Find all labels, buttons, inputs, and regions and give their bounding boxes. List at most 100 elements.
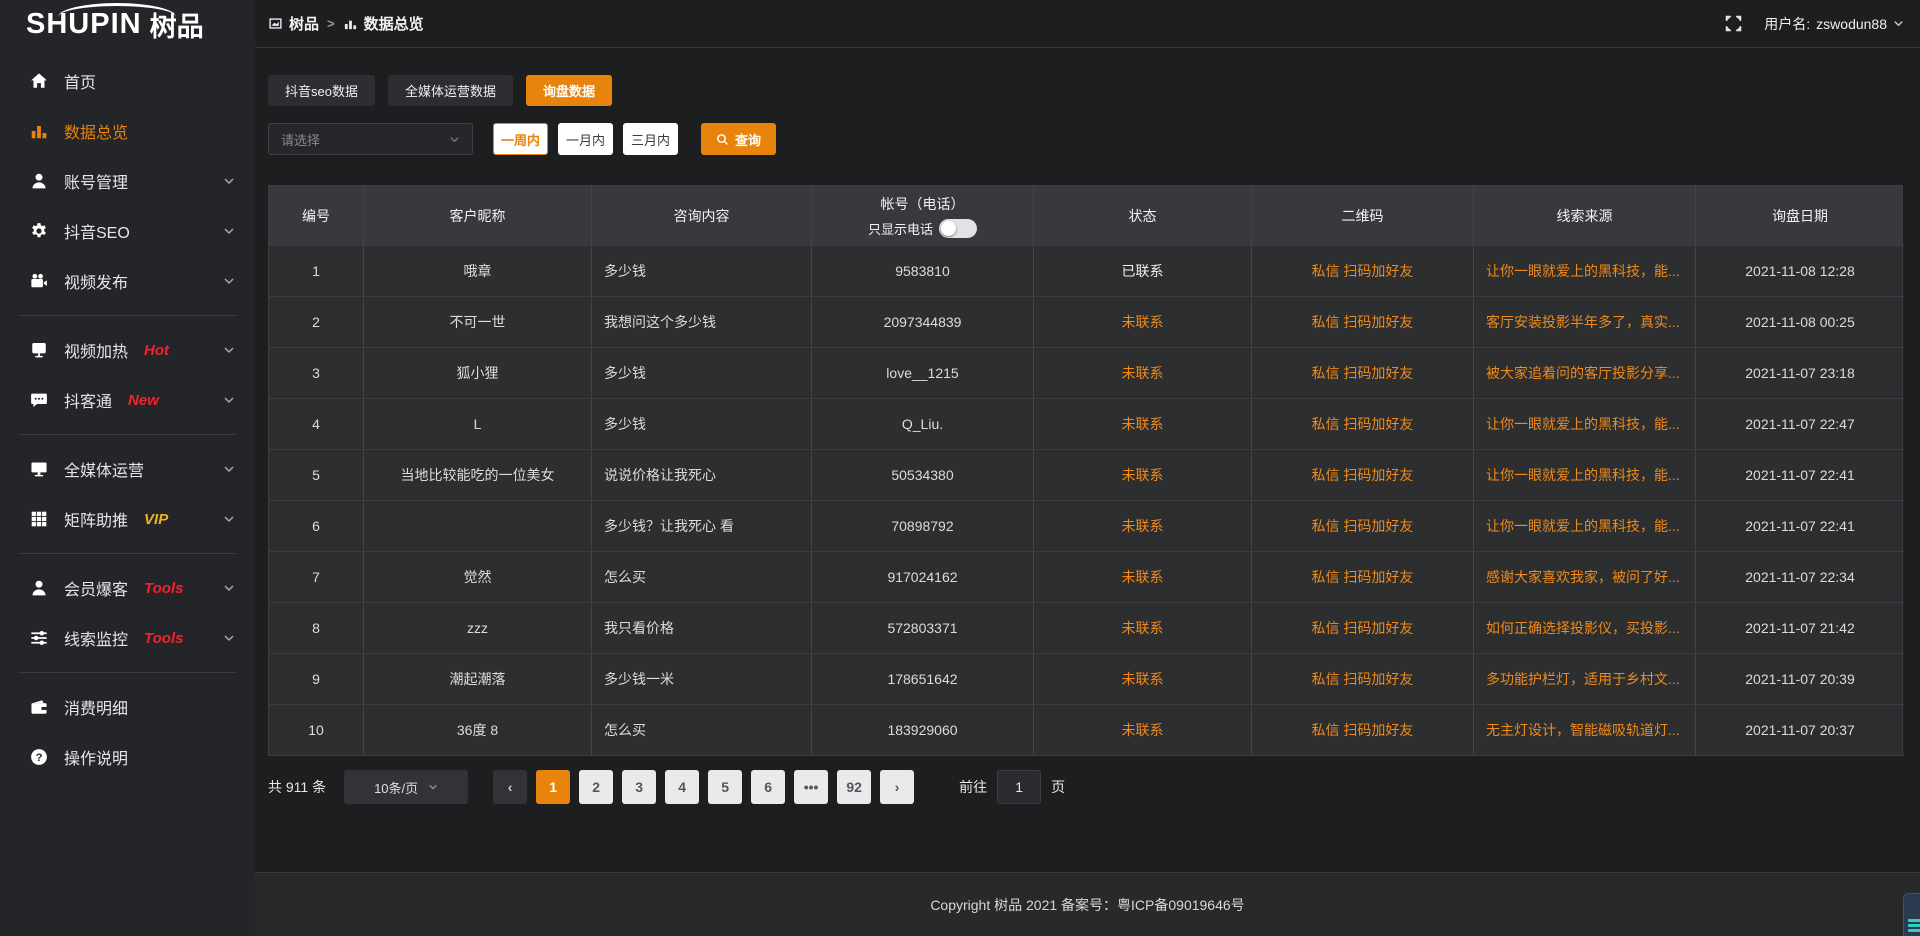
tab-inquiry-data[interactable]: 询盘数据 [526, 75, 612, 106]
sidebar-item-member-baoke[interactable]: 会员爆客Tools [0, 563, 255, 613]
sidebar-item-omni-media[interactable]: 全媒体运营 [0, 444, 255, 494]
breadcrumb-item-home[interactable]: 树品 [268, 13, 319, 34]
column-header: 二维码 [1252, 186, 1474, 246]
page-button-1[interactable]: 1 [536, 770, 570, 804]
cell-status: 未联系 [1034, 399, 1252, 450]
cell-source-link[interactable]: 如何正确选择投影仪，买投影... [1474, 603, 1696, 654]
cell-source-link[interactable]: 让你一眼就爱上的黑科技，能... [1474, 450, 1696, 501]
cell-source-link[interactable]: 让你一眼就爱上的黑科技，能... [1474, 246, 1696, 297]
sidebar-item-data-overview[interactable]: 数据总览 [0, 106, 255, 156]
tab-douyin-seo-data[interactable]: 抖音seo数据 [268, 75, 375, 106]
sidebar-item-account-management[interactable]: 账号管理 [0, 156, 255, 206]
range-button-three-month[interactable]: 三月内 [623, 123, 678, 155]
cell-content: 多少钱 [592, 246, 812, 297]
cell-qr-link[interactable]: 私信 扫码加好友 [1252, 246, 1474, 297]
cell-qr-link[interactable]: 私信 扫码加好友 [1252, 399, 1474, 450]
cell-date: 2021-11-08 00:25 [1696, 297, 1904, 348]
breadcrumb-item-current[interactable]: 数据总览 [343, 13, 424, 34]
filter-select[interactable]: 请选择 [268, 123, 473, 155]
tab-omni-media-data[interactable]: 全媒体运营数据 [388, 75, 513, 106]
main-area: 抖音seo数据全媒体运营数据询盘数据 请选择 一周内一月内三月内 查询 编号客户… [255, 48, 1920, 936]
page-button-5[interactable]: 5 [708, 770, 742, 804]
cell-source-link[interactable]: 让你一眼就爱上的黑科技，能... [1474, 501, 1696, 552]
page-ellipsis-button[interactable]: ••• [794, 770, 828, 804]
chevron-down-icon [1893, 18, 1904, 29]
cell-source-link[interactable]: 客厅安装投影半年多了，真实... [1474, 297, 1696, 348]
cell-account: 917024162 [812, 552, 1034, 603]
cell-qr-link[interactable]: 私信 扫码加好友 [1252, 501, 1474, 552]
range-button-one-week[interactable]: 一周内 [493, 123, 548, 155]
search-button[interactable]: 查询 [701, 123, 776, 155]
cell-source-link[interactable]: 让你一眼就爱上的黑科技，能... [1474, 399, 1696, 450]
page-button-92[interactable]: 92 [837, 770, 871, 804]
cell-account: 572803371 [812, 603, 1034, 654]
floating-widget[interactable] [1903, 893, 1920, 936]
sidebar-item-video-heating[interactable]: 视频加热Hot [0, 325, 255, 375]
chevron-down-icon [223, 344, 235, 356]
sidebar-item-home[interactable]: 首页 [0, 56, 255, 106]
bar-chart-icon [343, 16, 358, 31]
sidebar-menu: 首页数据总览账号管理抖音SEO 视频发布视频加热Hot抖客通New 全媒体运营矩阵助… [0, 48, 255, 782]
next-page-button[interactable]: › [880, 770, 914, 804]
cell-status: 已联系 [1034, 246, 1252, 297]
table-row: 1036度 8怎么买183929060未联系私信 扫码加好友无主灯设计，智能磁吸… [269, 705, 1902, 756]
page-button-6[interactable]: 6 [751, 770, 785, 804]
table-row: 4L多少钱Q_Liu.未联系私信 扫码加好友让你一眼就爱上的黑科技，能...20… [269, 399, 1902, 450]
cell-qr-link[interactable]: 私信 扫码加好友 [1252, 297, 1474, 348]
footer: Copyright 树品 2021 备案号：粤ICP备09019646号 [255, 872, 1920, 936]
sidebar-badge: Tools [144, 630, 183, 647]
cell-nickname [364, 501, 592, 552]
sidebar-item-video-publish[interactable]: 视频发布 [0, 256, 255, 306]
page-button-2[interactable]: 2 [579, 770, 613, 804]
cell-qr-link[interactable]: 私信 扫码加好友 [1252, 450, 1474, 501]
fullscreen-icon[interactable] [1725, 15, 1742, 32]
chevron-down-icon [223, 582, 235, 594]
phone-only-toggle[interactable] [939, 219, 977, 238]
cell-source-link[interactable]: 多功能护栏灯，适用于乡村文... [1474, 654, 1696, 705]
sidebar-item-douyin-seo[interactable]: 抖音SEO [0, 206, 255, 256]
cell-qr-link[interactable]: 私信 扫码加好友 [1252, 348, 1474, 399]
sidebar-badge: VIP [144, 511, 168, 528]
cell-source-link[interactable]: 无主灯设计，智能磁吸轨道灯... [1474, 705, 1696, 756]
cell-qr-link[interactable]: 私信 扫码加好友 [1252, 705, 1474, 756]
sidebar-item-douketong[interactable]: 抖客通New [0, 375, 255, 425]
prev-page-button[interactable]: ‹ [493, 770, 527, 804]
cell-qr-link[interactable]: 私信 扫码加好友 [1252, 552, 1474, 603]
sidebar-item-matrix-boost[interactable]: 矩阵助推VIP [0, 494, 255, 544]
sidebar-item-label: 数据总览 [64, 119, 128, 143]
chevron-down-icon [223, 394, 235, 406]
sidebar-badge: Hot [144, 342, 169, 359]
copyright-text: Copyright 树品 2021 备案号：粤ICP备09019646号 [930, 895, 1244, 915]
cell-source-link[interactable]: 感谢大家喜欢我家，被问了好... [1474, 552, 1696, 603]
cell-qr-link[interactable]: 私信 扫码加好友 [1252, 654, 1474, 705]
username: zswodun88 [1816, 16, 1887, 32]
page-size-select[interactable]: 10条/页 [344, 770, 468, 804]
sidebar-item-label: 首页 [64, 69, 96, 93]
sidebar-item-label: 视频发布 [64, 269, 128, 293]
home-icon [30, 72, 48, 90]
cell-date: 2021-11-07 22:47 [1696, 399, 1904, 450]
cell-source-link[interactable]: 被大家追着问的客厅投影分享... [1474, 348, 1696, 399]
page-button-3[interactable]: 3 [622, 770, 656, 804]
goto-page-input[interactable] [997, 770, 1041, 804]
app-logo[interactable]: SHUPIN 树品 [0, 0, 255, 48]
sidebar-item-consumption-detail[interactable]: 消费明细 [0, 682, 255, 732]
cell-qr-link[interactable]: 私信 扫码加好友 [1252, 603, 1474, 654]
sidebar-divider [18, 553, 237, 554]
total-count: 共 911 条 [268, 777, 326, 797]
sidebar-item-operation-guide[interactable]: ?操作说明 [0, 732, 255, 782]
user-menu[interactable]: 用户名: zswodun88 [1764, 14, 1904, 34]
billboard-icon [30, 341, 48, 359]
page-buttons: 123456 ••• 92 [527, 770, 871, 804]
sidebar-item-lead-monitor[interactable]: 线索监控Tools [0, 613, 255, 663]
chevron-down-icon [223, 175, 235, 187]
page-button-4[interactable]: 4 [665, 770, 699, 804]
sidebar-divider [18, 434, 237, 435]
range-button-one-month[interactable]: 一月内 [558, 123, 613, 155]
cell-date: 2021-11-07 22:41 [1696, 501, 1904, 552]
column-header: 编号 [269, 186, 364, 246]
monitor-icon [30, 460, 48, 478]
cell-id: 8 [269, 603, 364, 654]
cell-nickname: 不可一世 [364, 297, 592, 348]
cell-date: 2021-11-07 20:39 [1696, 654, 1904, 705]
